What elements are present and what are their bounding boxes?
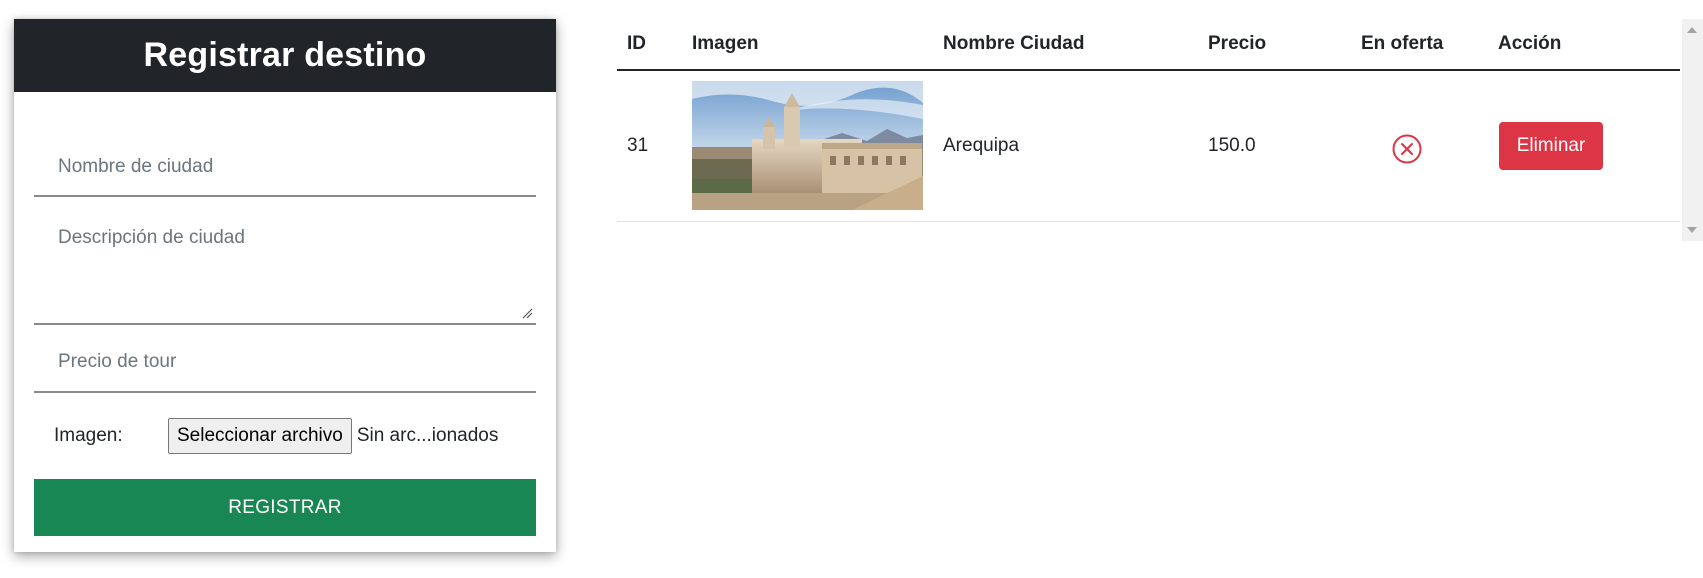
choose-file-button[interactable]: Seleccionar archivo xyxy=(168,418,352,454)
column-header-id: ID xyxy=(627,33,646,54)
scroll-up-arrow-icon[interactable] xyxy=(1687,27,1697,33)
destinations-table: ID Imagen Nombre Ciudad Precio En oferta… xyxy=(617,19,1681,241)
scroll-down-arrow-icon[interactable] xyxy=(1687,227,1697,233)
column-header-image: Imagen xyxy=(692,33,759,54)
column-header-on-offer: En oferta xyxy=(1361,33,1444,54)
image-upload-row: Imagen: Seleccionar archivo Sin arc...io… xyxy=(34,417,536,455)
row-id: 31 xyxy=(627,135,649,156)
delete-button[interactable]: Eliminar xyxy=(1499,122,1603,170)
city-image xyxy=(692,81,923,210)
row-divider xyxy=(617,221,1680,222)
tour-price-placeholder: Precio de tour xyxy=(58,351,177,372)
row-price: 150.0 xyxy=(1208,135,1256,156)
file-status-text: Sin arc...ionados xyxy=(356,425,499,446)
row-city-name: Arequipa xyxy=(943,135,1020,156)
image-label: Imagen: xyxy=(54,425,123,446)
table-scrollbar[interactable] xyxy=(1682,19,1703,241)
form-header: Registrar destino xyxy=(14,19,556,92)
register-destination-form: Registrar destino Nombre de ciudad Descr… xyxy=(14,19,556,552)
header-divider xyxy=(617,69,1680,71)
tour-price-input[interactable]: Precio de tour xyxy=(34,331,536,393)
city-name-placeholder: Nombre de ciudad xyxy=(58,156,214,177)
x-circle-icon xyxy=(1392,134,1422,164)
column-header-action: Acción xyxy=(1498,33,1562,54)
city-description-textarea[interactable]: Descripción de ciudad xyxy=(34,203,536,325)
register-button[interactable]: REGISTRAR xyxy=(34,479,536,536)
city-description-placeholder: Descripción de ciudad xyxy=(58,227,245,248)
page: Registrar destino Nombre de ciudad Descr… xyxy=(0,0,1703,578)
column-header-city-name: Nombre Ciudad xyxy=(943,33,1085,54)
city-name-input[interactable]: Nombre de ciudad xyxy=(34,137,536,197)
form-title: Registrar destino xyxy=(143,36,427,74)
resize-grip-icon[interactable] xyxy=(521,307,533,319)
column-header-price: Precio xyxy=(1208,33,1267,54)
